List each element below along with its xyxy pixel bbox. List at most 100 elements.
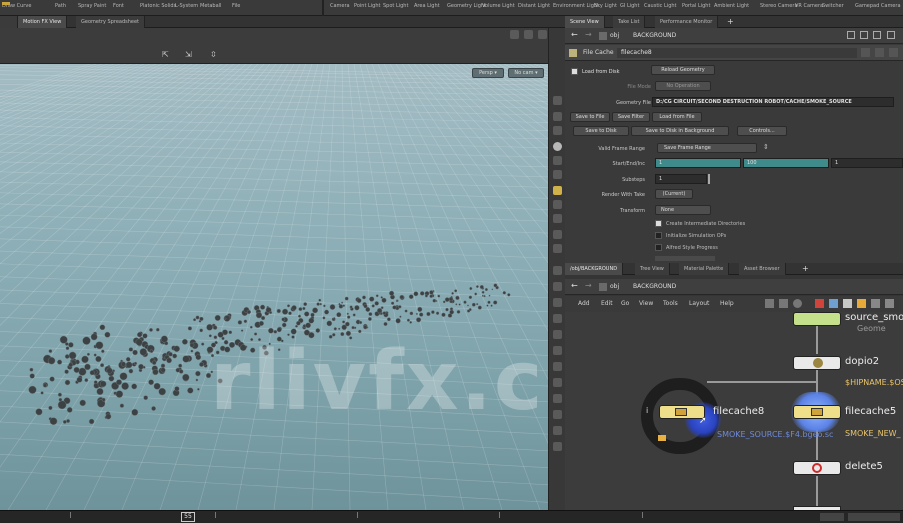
- tab-scene-view[interactable]: [0, 16, 18, 28]
- node-source-smoke[interactable]: [793, 312, 841, 326]
- forward-arrow-icon[interactable]: →: [585, 30, 592, 39]
- tab-material-palette[interactable]: Material Palette: [679, 263, 730, 275]
- path-background[interactable]: BACKGROUND: [633, 32, 676, 39]
- network-forward-icon[interactable]: →: [585, 281, 592, 290]
- shelf-tool-ambient-light[interactable]: Ambient Light: [714, 3, 749, 9]
- reload-geometry-button[interactable]: Reload Geometry: [651, 65, 715, 75]
- shelf-tool-portal-light[interactable]: Portal Light: [682, 3, 710, 9]
- vectors-icon[interactable]: [553, 314, 562, 323]
- save-to-file-button[interactable]: Save to File: [570, 112, 610, 122]
- info-radial-icon[interactable]: i: [646, 406, 648, 415]
- tab-parameters[interactable]: Scene View: [565, 16, 605, 28]
- alfred-progress-checkbox[interactable]: [655, 244, 662, 251]
- numbers-icon[interactable]: [553, 346, 562, 355]
- range-field-start[interactable]: [820, 513, 844, 521]
- shelf-tool-file[interactable]: File: [232, 3, 240, 9]
- tab-motion-fx-view[interactable]: Motion FX View: [18, 16, 68, 28]
- flag-blue-icon[interactable]: [829, 299, 838, 308]
- load-from-disk-checkbox[interactable]: [571, 68, 578, 75]
- add-network-tab-icon[interactable]: +: [802, 264, 809, 273]
- shelf-tool-font[interactable]: Font: [113, 3, 124, 9]
- 3d-viewport[interactable]: Persp ▾ No cam ▾ rlivfx.com: [0, 64, 548, 510]
- transform-dropdown[interactable]: None: [655, 205, 711, 215]
- inc-frame-field[interactable]: 1: [831, 158, 903, 168]
- load-from-file-button[interactable]: Load from File: [652, 112, 702, 122]
- menu-add[interactable]: Add: [578, 300, 590, 307]
- particles-icon[interactable]: [553, 298, 562, 307]
- shelf-tool-spot-light[interactable]: Spot Light: [383, 3, 408, 9]
- uv-icon[interactable]: [553, 330, 562, 339]
- visibility-icon[interactable]: [553, 230, 562, 239]
- network-editor[interactable]: source_smok Geome dopio2 $HIPNAME.$OS i …: [565, 312, 903, 510]
- wrench-icon[interactable]: [765, 299, 774, 308]
- shelf-tool-path[interactable]: Path: [55, 3, 66, 9]
- help-icon[interactable]: [875, 48, 884, 57]
- end-frame-field[interactable]: 100: [743, 158, 829, 168]
- flag-red-icon[interactable]: [815, 299, 824, 308]
- save-to-disk-background-button[interactable]: Save to Disk in Background: [631, 126, 729, 136]
- network-back-icon[interactable]: ←: [571, 281, 578, 290]
- wireframe-icon[interactable]: [553, 156, 562, 165]
- menu-view[interactable]: View: [639, 300, 653, 307]
- template-icon[interactable]: [553, 244, 562, 253]
- save-filter-button[interactable]: Save Filter: [612, 112, 650, 122]
- shelf-tool-switcher[interactable]: Switcher: [822, 3, 844, 9]
- gear-icon[interactable]: [861, 48, 870, 57]
- start-frame-field[interactable]: 1: [655, 158, 741, 168]
- shading-icon[interactable]: [553, 170, 562, 179]
- controls-button[interactable]: Controls...: [737, 126, 787, 136]
- substeps-slider[interactable]: [708, 174, 710, 184]
- lock-camera-icon[interactable]: [553, 112, 562, 121]
- add-tab-icon[interactable]: +: [727, 17, 734, 26]
- shapes-icon[interactable]: [885, 299, 894, 308]
- timeline-bar[interactable]: 55: [0, 510, 903, 523]
- pin-pane-icon[interactable]: [847, 31, 855, 39]
- geometry-file-field[interactable]: D:/CG CIRCUIT/SECOND DESTRUCTION ROBOT/C…: [652, 97, 894, 107]
- tab-network-view[interactable]: /obj/BACKGROUND: [565, 263, 624, 275]
- shelf-tool-lsystem[interactable]: L-System: [175, 3, 198, 9]
- tab-tree-view[interactable]: Tree View: [635, 263, 670, 275]
- link-pane-icon[interactable]: [860, 31, 868, 39]
- network-path-obj[interactable]: obj: [610, 283, 619, 290]
- pin-icon[interactable]: ⇳: [210, 50, 218, 59]
- shelf-tool-env-light[interactable]: Environment Light: [553, 3, 599, 9]
- path-obj[interactable]: obj: [610, 32, 619, 39]
- shelf-tool-gi-light[interactable]: GI Light: [620, 3, 639, 9]
- flag-white-icon[interactable]: [843, 299, 852, 308]
- render-with-take-dropdown[interactable]: (Current): [655, 189, 693, 199]
- shelf-tool-camera[interactable]: Camera: [330, 3, 350, 9]
- bounding-box-icon[interactable]: [553, 362, 562, 371]
- current-frame-marker[interactable]: 55: [181, 512, 195, 522]
- menu-go[interactable]: Go: [621, 300, 629, 307]
- save-to-disk-button[interactable]: Save to Disk: [573, 126, 629, 136]
- shelf-tool-draw-curve[interactable]: Draw Curve: [2, 2, 31, 9]
- sphere-icon[interactable]: [553, 142, 562, 151]
- shelf-tool-vr-camera[interactable]: VR Camera: [795, 3, 823, 9]
- palette-icon[interactable]: [871, 299, 880, 308]
- substeps-field[interactable]: 1: [655, 174, 707, 184]
- shelf-tool-sky-light[interactable]: Sky Light: [594, 3, 617, 9]
- bypass-radial-icon[interactable]: [658, 435, 666, 441]
- select-mode-icon[interactable]: [553, 96, 562, 105]
- file-mode-dropdown[interactable]: No Operation: [655, 81, 711, 91]
- tab-geometry-spreadsheet[interactable]: Geometry Spreadsheet: [76, 16, 146, 28]
- flag-orange-icon[interactable]: [857, 299, 866, 308]
- fog-icon[interactable]: [553, 442, 562, 451]
- home-icon[interactable]: [553, 126, 562, 135]
- point-display-icon[interactable]: [553, 266, 562, 275]
- display-icon[interactable]: [510, 30, 519, 39]
- shelf-tool-point-light[interactable]: Point Light: [354, 3, 380, 9]
- back-arrow-icon[interactable]: ←: [571, 30, 578, 39]
- menu-tools[interactable]: Tools: [663, 300, 678, 307]
- camera-view-icon[interactable]: [553, 410, 562, 419]
- menu-edit[interactable]: Edit: [601, 300, 613, 307]
- shelf-tool-stereo-camera[interactable]: Stereo Camera: [760, 3, 798, 9]
- shelf-tool-caustic-light[interactable]: Caustic Light: [644, 3, 677, 9]
- tab-asset-browser[interactable]: Asset Browser: [739, 263, 786, 275]
- info-icon[interactable]: [889, 48, 898, 57]
- snap-icon[interactable]: ⇲: [185, 50, 193, 59]
- maximize-pane-icon[interactable]: [873, 31, 881, 39]
- tab-take-list[interactable]: Take List: [613, 16, 646, 28]
- grid-icon[interactable]: [779, 299, 788, 308]
- shelf-tool-distant-light[interactable]: Distant Light: [518, 3, 550, 9]
